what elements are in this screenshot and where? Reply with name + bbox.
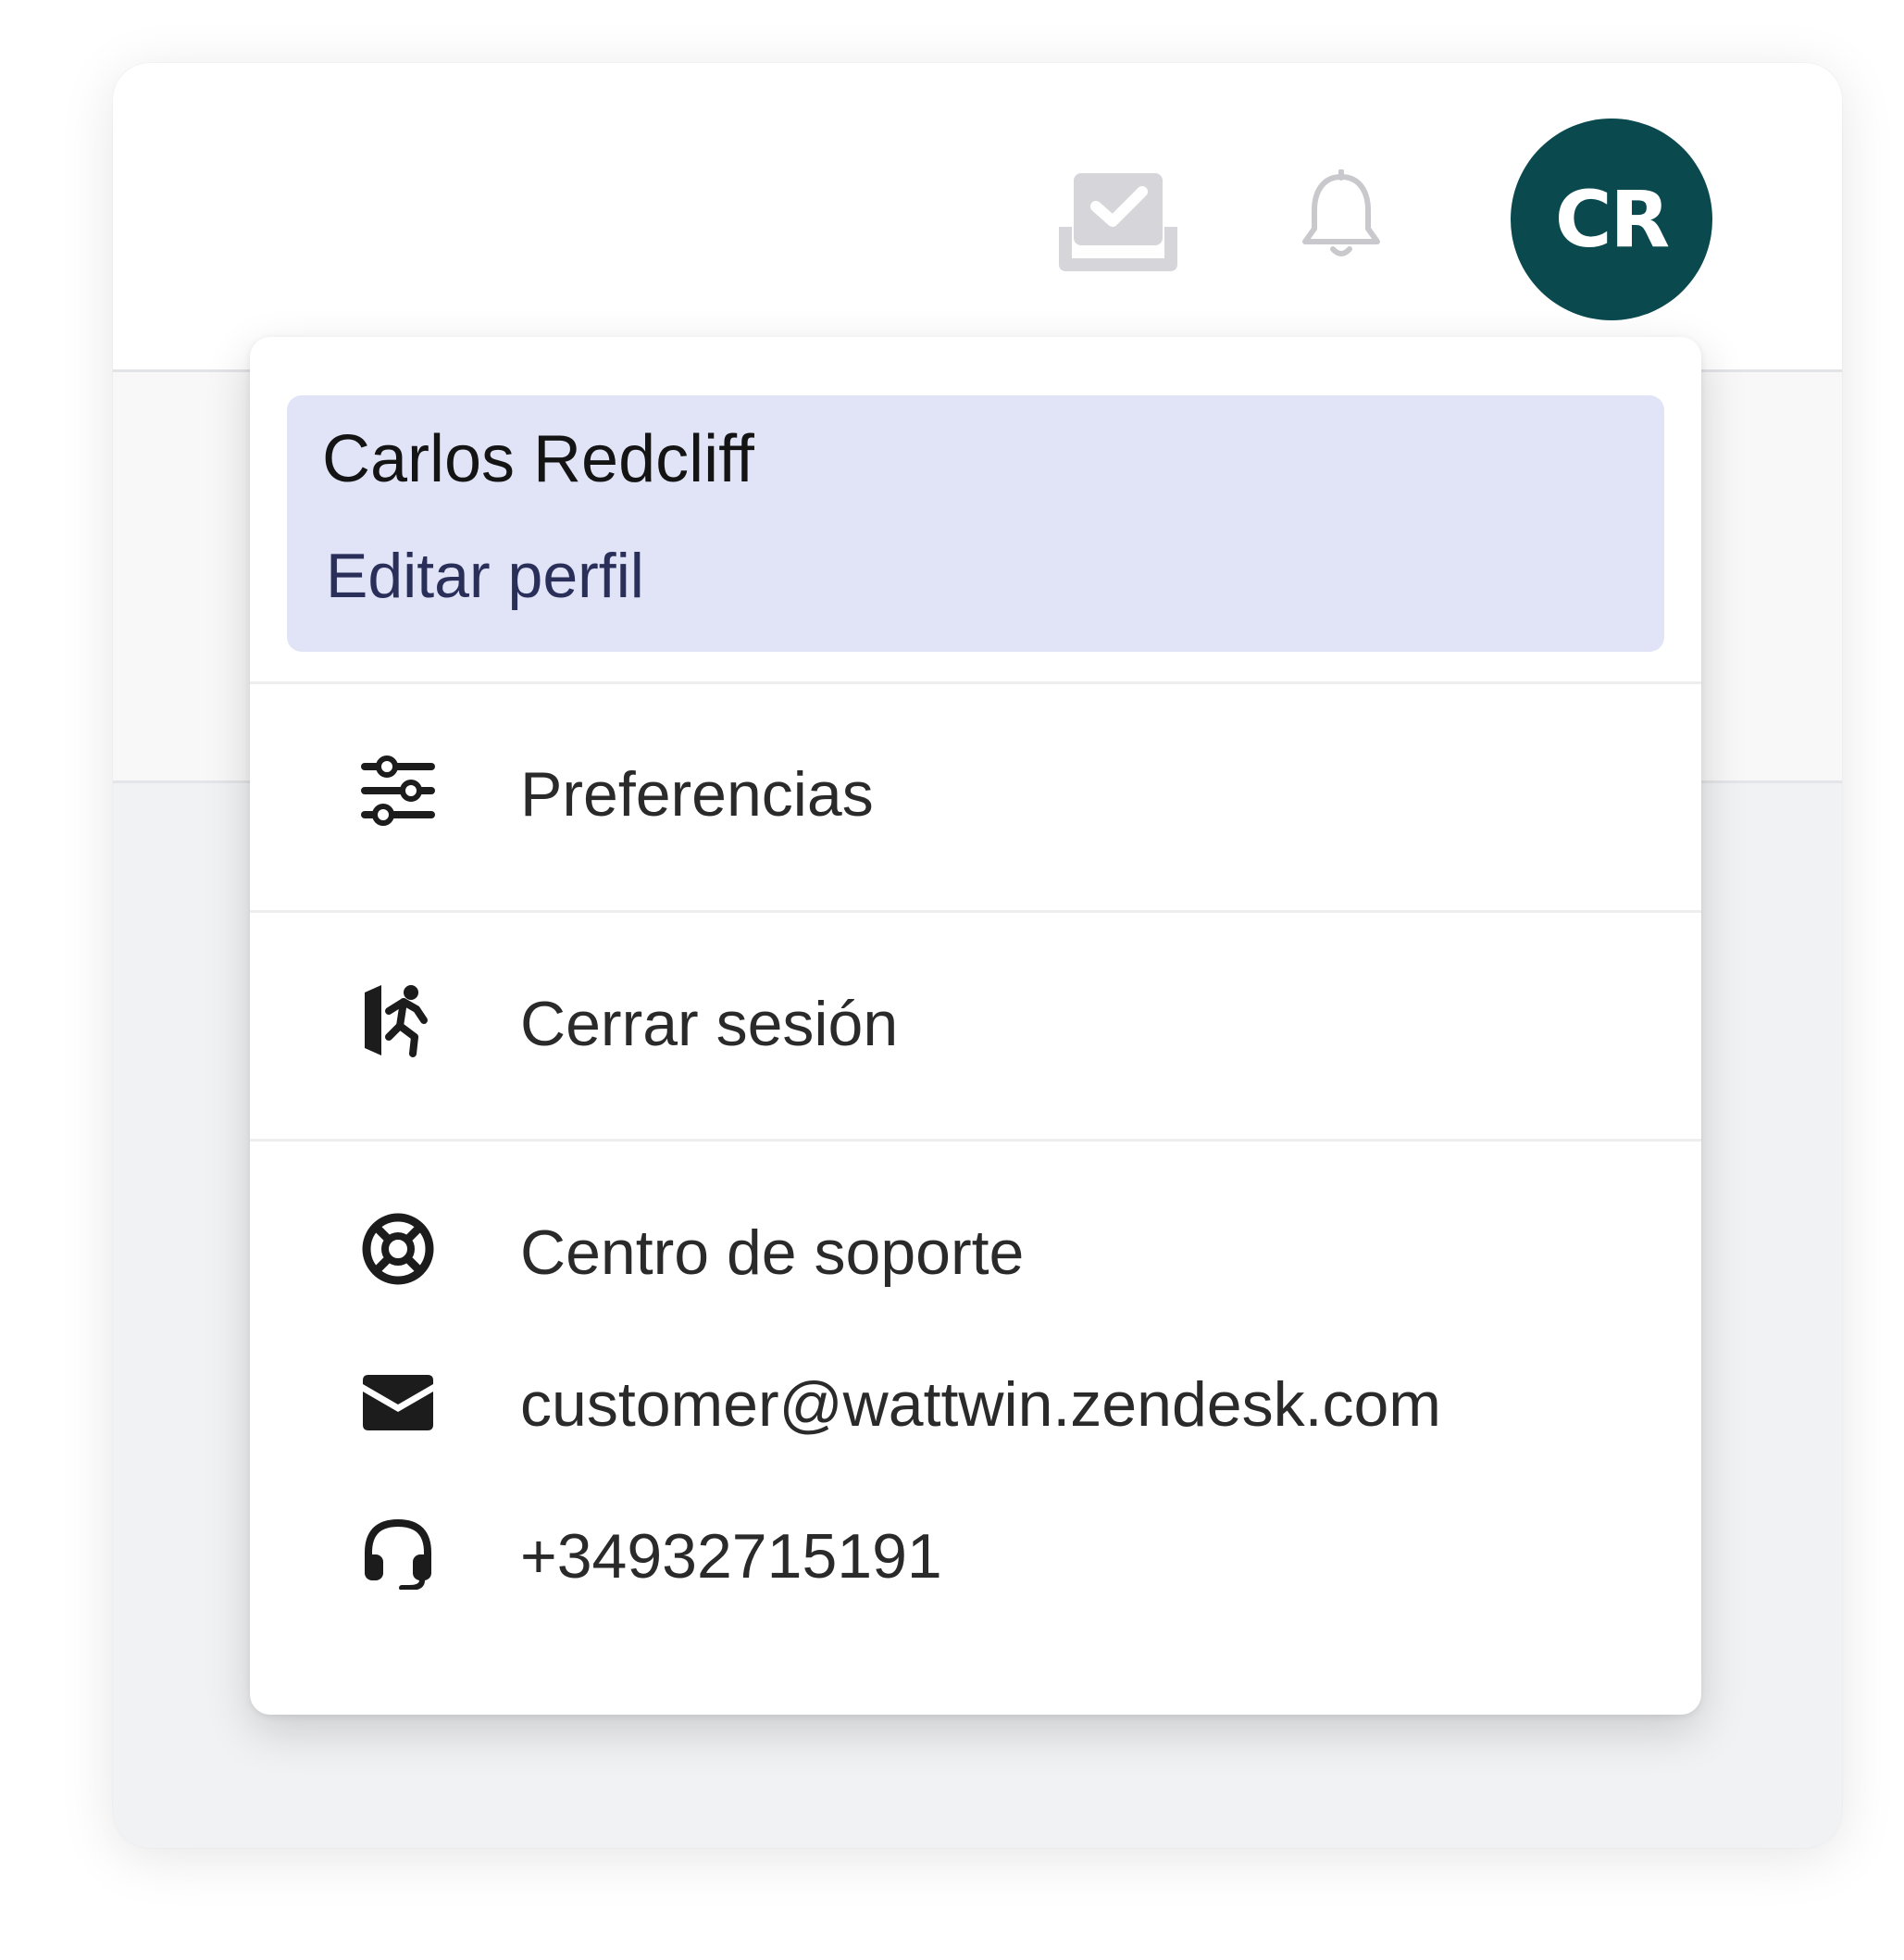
lifebuoy-icon [361,1212,435,1286]
profile-card[interactable]: Carlos Redcliff Editar perfil [287,395,1664,652]
top-navigation-bar: CR [113,63,1842,372]
sliders-icon [361,754,435,828]
menu-item-preferences[interactable]: Preferencias [250,730,1701,851]
headset-icon [361,1516,435,1590]
exit-running-icon [361,983,435,1057]
menu-item-logout[interactable]: Cerrar sesión [250,960,1701,1080]
menu-divider [250,1139,1701,1142]
screenshot-stage: CR Carlos Redcliff Editar perfil Prefere… [0,0,1904,1960]
menu-item-phone[interactable]: +34932715191 [250,1492,1701,1613]
user-menu-dropdown: Carlos Redcliff Editar perfil Preferenci… [250,337,1701,1715]
avatar-initials: CR [1554,174,1670,265]
menu-item-label: Preferencias [520,759,874,830]
menu-item-label: Cerrar sesión [520,989,899,1059]
menu-divider [250,681,1701,684]
profile-name: Carlos Redcliff [322,422,754,496]
menu-item-label: Centro de soporte [520,1217,1025,1288]
menu-item-email[interactable]: customer@wattwin.zendesk.com [250,1341,1701,1461]
user-avatar-button[interactable]: CR [1511,119,1712,320]
menu-item-label: +34932715191 [520,1521,942,1592]
menu-divider [250,910,1701,913]
envelope-icon [361,1364,435,1438]
menu-item-label: customer@wattwin.zendesk.com [520,1369,1441,1440]
menu-item-support-center[interactable]: Centro de soporte [250,1189,1701,1309]
bell-icon [1302,169,1380,256]
notifications-button[interactable] [1300,169,1383,262]
tasks-button[interactable] [1053,168,1183,274]
edit-profile-link[interactable]: Editar perfil [326,540,644,612]
inbox-check-icon [1059,173,1177,271]
